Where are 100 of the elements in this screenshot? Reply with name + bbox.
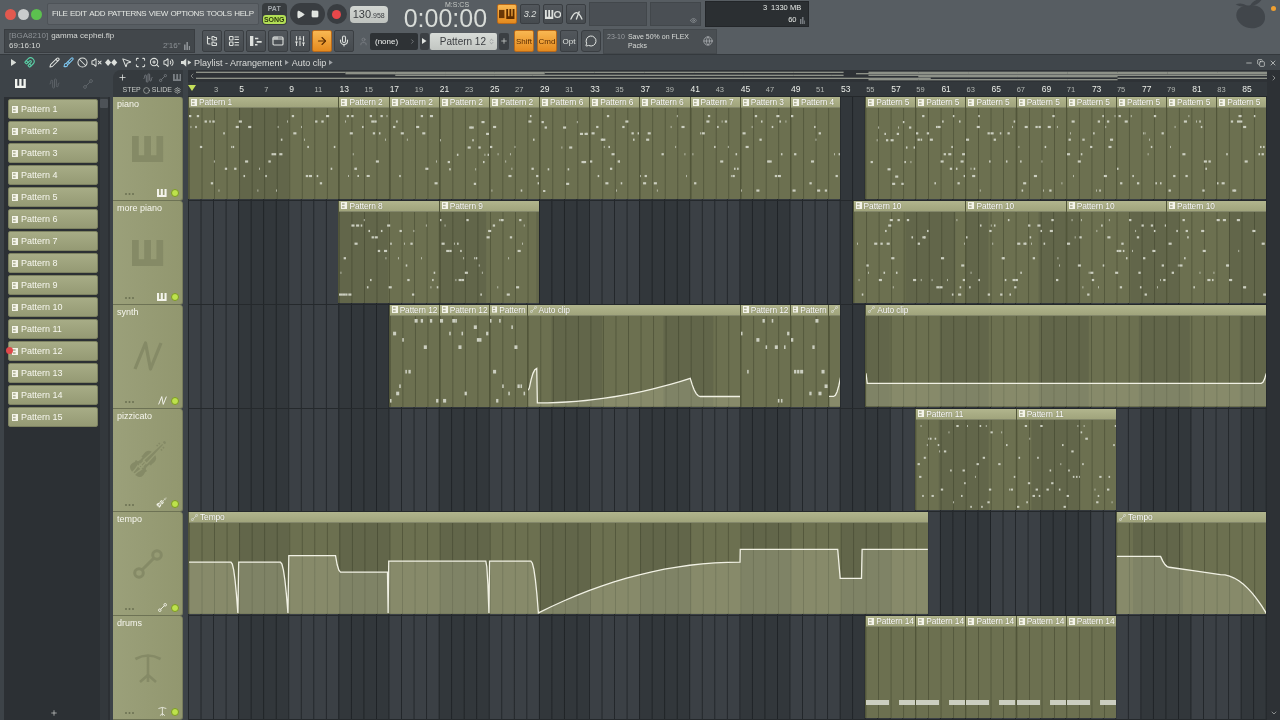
globe-icon[interactable]	[703, 36, 713, 46]
pattern-clip[interactable]: Pattern 3	[739, 97, 790, 199]
zoom-icon[interactable]	[148, 57, 160, 68]
toolbar-button[interactable]	[202, 30, 222, 52]
pointer-icon[interactable]	[120, 57, 132, 68]
pattern-list-item[interactable]: Pattern 9	[8, 275, 98, 295]
toolbar-button[interactable]	[290, 30, 310, 52]
metronome-button[interactable]	[566, 4, 587, 24]
menu-item[interactable]: OPTIONS	[170, 9, 204, 19]
scroll-down-icon[interactable]	[1269, 709, 1278, 717]
minimize-button[interactable]	[18, 8, 29, 20]
pencil-icon[interactable]	[49, 57, 61, 68]
close-icon[interactable]	[1269, 58, 1277, 67]
pattern-list-item[interactable]: Pattern 2	[8, 121, 98, 141]
record-button[interactable]	[326, 4, 347, 24]
add-pattern-button[interactable]	[499, 32, 509, 50]
pattern-clip[interactable]: Pattern 14	[1015, 616, 1066, 718]
modifier-key[interactable]: Opt	[560, 30, 578, 52]
options-arrow-icon[interactable]	[11, 59, 17, 66]
pattern-list-item[interactable]: Pattern 12	[8, 341, 98, 361]
settings-icon[interactable]	[174, 86, 181, 94]
pattern-selector[interactable]: Pattern 12	[430, 32, 497, 50]
modifier-key[interactable]: Shift	[514, 30, 534, 52]
modifier-key[interactable]: Cmd	[537, 30, 557, 52]
pattern-clip[interactable]: Pattern	[488, 304, 527, 407]
restore-icon[interactable]	[1257, 58, 1265, 67]
pattern-list-item[interactable]: Pattern 6	[8, 209, 98, 229]
brush-icon[interactable]	[63, 57, 75, 68]
typing-keyboard-button[interactable]	[497, 4, 518, 24]
menu-item[interactable]: VIEW	[148, 9, 168, 19]
pattern-list-item[interactable]: Pattern 7	[8, 231, 98, 251]
pattern-clip[interactable]: Pattern 7	[689, 97, 740, 199]
pattern-clip[interactable]: Pattern 2	[388, 97, 439, 199]
pattern-list-item[interactable]: Pattern 15	[8, 407, 98, 427]
arrow-button[interactable]	[420, 32, 429, 50]
pattern-clip[interactable]: Pattern 5	[915, 97, 966, 199]
pattern-clip[interactable]: Pattern 12	[739, 304, 790, 407]
pattern-list-item[interactable]: Pattern 3	[8, 143, 98, 163]
pattern-clip[interactable]: Pattern 10	[1065, 200, 1167, 303]
song-time[interactable]: 0:00:00	[403, 7, 488, 28]
waveform-icon[interactable]	[142, 72, 153, 83]
automation-clip[interactable]: Tempo	[1115, 512, 1267, 615]
menu-item[interactable]: HELP	[234, 9, 254, 19]
menu-item[interactable]: ADD	[89, 9, 106, 19]
pattern-clip[interactable]: Pattern 5	[1115, 97, 1167, 199]
pattern-clip[interactable]: Pattern 6	[639, 97, 690, 199]
pattern-clip[interactable]: Pattern 10	[1166, 200, 1267, 303]
pattern-clip[interactable]: Pattern 1	[188, 97, 339, 199]
speaker-icon[interactable]	[180, 58, 191, 67]
pattern-clip[interactable]: Pattern 5	[865, 97, 916, 199]
breadcrumb-item[interactable]: Auto clip	[291, 57, 327, 68]
add-icon[interactable]	[50, 709, 58, 717]
pattern-clip[interactable]: Pattern 10	[965, 200, 1066, 303]
maximize-button[interactable]	[31, 8, 42, 20]
toolbar-button[interactable]	[224, 30, 244, 52]
add-track-icon[interactable]	[118, 73, 127, 83]
help-button[interactable]	[581, 30, 601, 52]
speaker-icon[interactable]	[162, 57, 174, 68]
pattern-clip[interactable]: Pattern 2	[488, 97, 540, 199]
pattern-clip[interactable]: Pattern 10	[852, 200, 966, 303]
pattern-list-item[interactable]: Pattern 1	[8, 99, 98, 119]
automation-icon[interactable]	[158, 73, 167, 82]
toolbar-button[interactable]	[268, 30, 288, 52]
pattern-list-item[interactable]: Pattern 8	[8, 253, 98, 273]
pattern-list-item[interactable]: Pattern 10	[8, 297, 98, 317]
pattern-clip[interactable]: Pattern 5	[965, 97, 1016, 199]
pattern-clip[interactable]: Pattern	[789, 304, 828, 407]
automation-clip[interactable]: Tempo	[188, 512, 928, 615]
menu-item[interactable]: FILE	[52, 9, 68, 19]
slip-icon[interactable]	[105, 59, 118, 66]
menu-item[interactable]: TOOLS	[206, 9, 232, 19]
channel-dropdown[interactable]: (none)	[370, 32, 418, 50]
loop-button[interactable]	[543, 4, 564, 24]
pattern-list-item[interactable]: Pattern 13	[8, 363, 98, 383]
play-icon[interactable]	[295, 9, 305, 19]
pattern-clip[interactable]: Pattern 8	[338, 200, 439, 303]
toolbar-button[interactable]	[334, 30, 354, 52]
menu-item[interactable]: EDIT	[70, 9, 87, 19]
picker-tab[interactable]	[15, 79, 27, 88]
menu-item[interactable]: PATTERNS	[107, 9, 147, 19]
pattern-clip[interactable]: Pattern 5	[1065, 97, 1116, 199]
pattern-clip[interactable]: Pattern 2	[438, 97, 489, 199]
automation-clip[interactable]: Auto clip	[865, 304, 1267, 407]
pattern-clip[interactable]: Pattern 6	[539, 97, 590, 199]
piano-keys-icon[interactable]	[172, 74, 181, 82]
pattern-clip[interactable]: Pattern 11	[915, 408, 1016, 511]
eye-icon[interactable]	[690, 17, 698, 24]
stop-icon[interactable]	[310, 10, 319, 18]
pattern-list-item[interactable]: Pattern 4	[8, 165, 98, 185]
pattern-clip[interactable]: Pattern 12	[438, 304, 489, 407]
pattern-clip[interactable]: Pattern 5	[1166, 97, 1217, 199]
toolbar-button[interactable]	[246, 30, 266, 52]
vertical-scrollbar[interactable]	[1267, 70, 1280, 720]
countdown-button[interactable]: 3.2	[520, 4, 541, 24]
pattern-clip[interactable]: Pattern 14	[915, 616, 966, 718]
pattern-clip[interactable]: Pattern 4	[789, 97, 841, 199]
pattern-clip[interactable]: Pattern 5	[1015, 97, 1066, 199]
pattern-clip[interactable]: Pattern 9	[438, 200, 540, 303]
automation-clip[interactable]: Auto clip	[526, 304, 740, 407]
pattern-list-item[interactable]: Pattern 11	[8, 319, 98, 339]
